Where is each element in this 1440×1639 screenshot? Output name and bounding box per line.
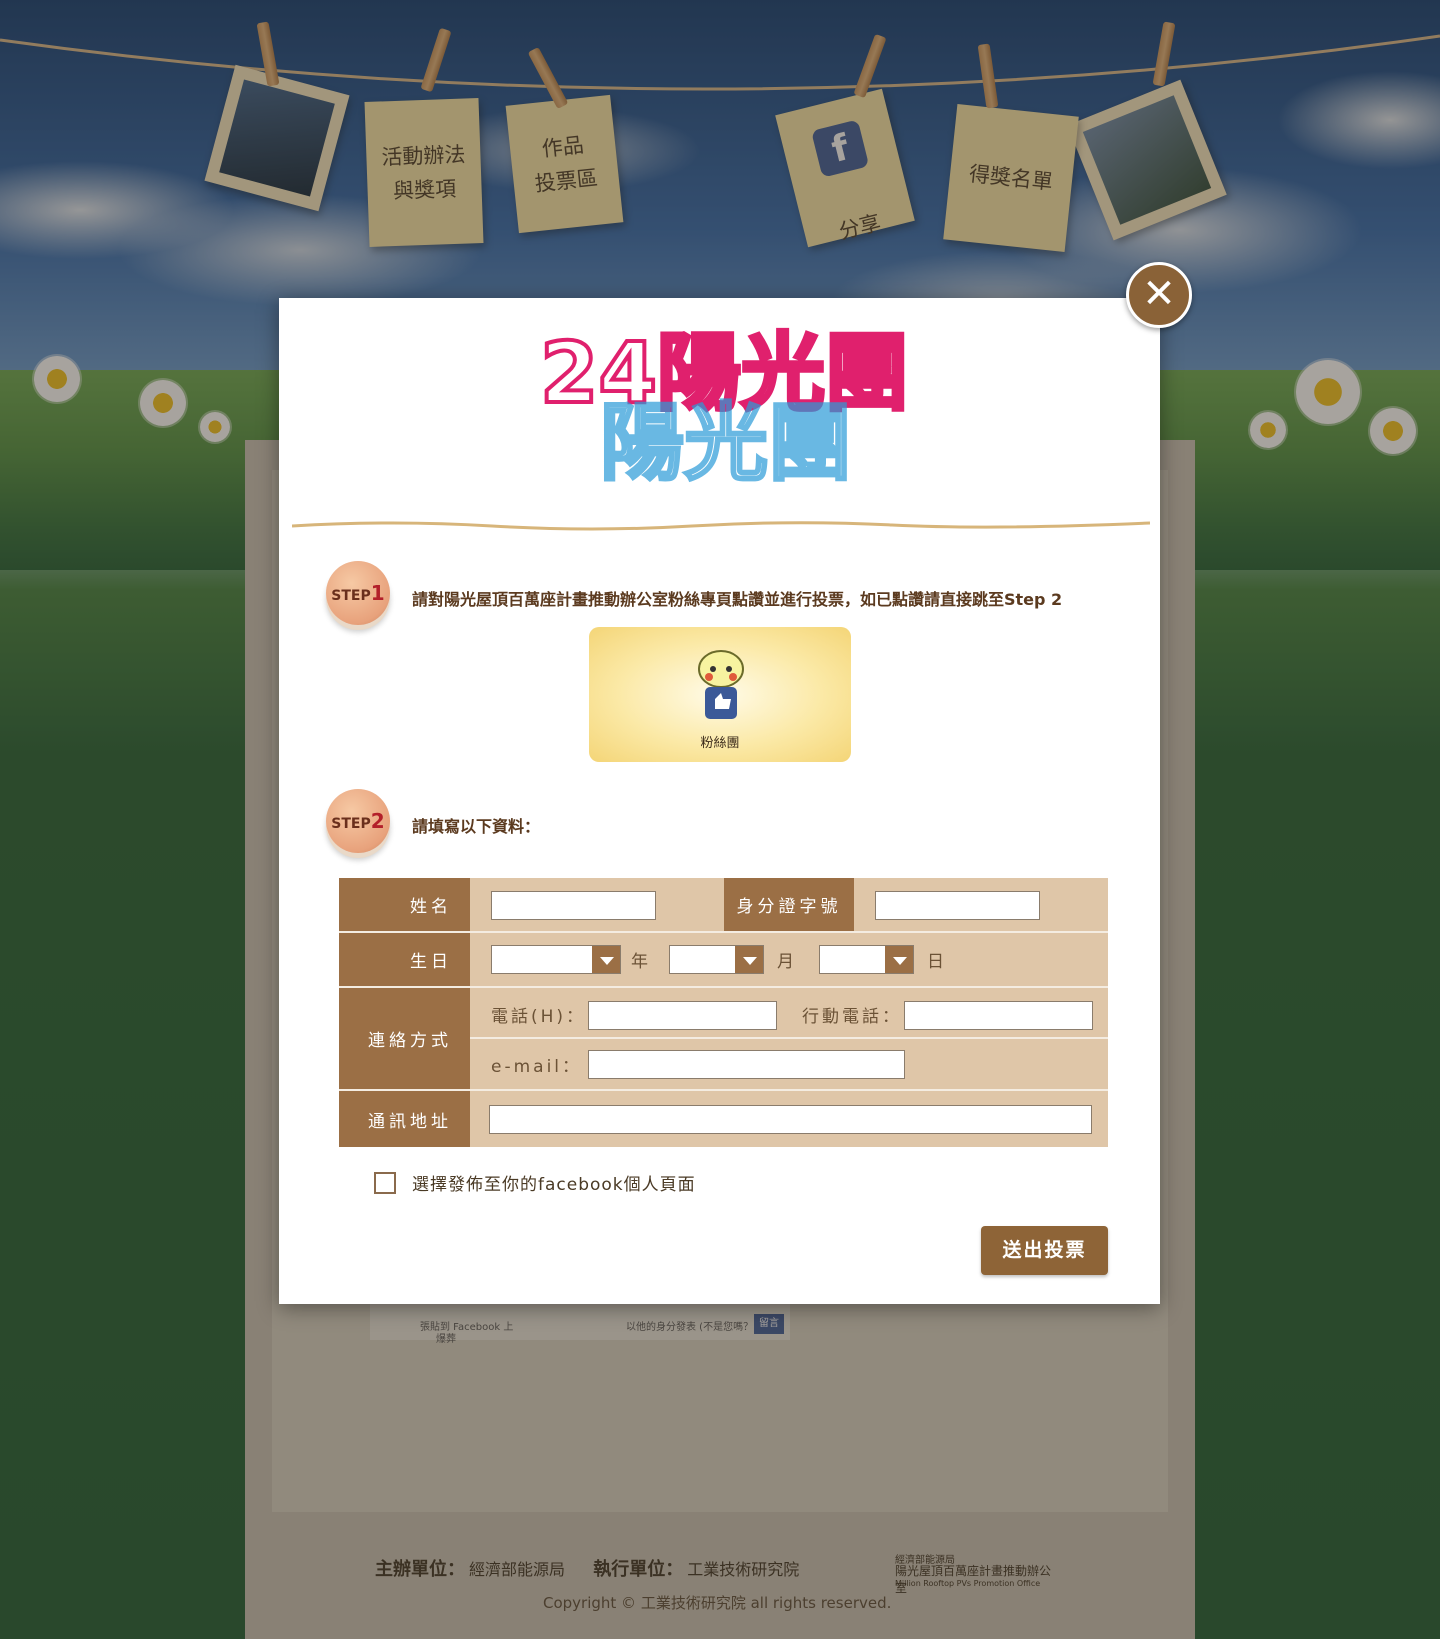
form-row-contact: 連絡方式 電話(H)： 行動電話： e-mail：: [339, 988, 1108, 1091]
form-row-address: 通訊地址: [339, 1091, 1108, 1147]
contact-row-divider: [470, 1037, 1108, 1039]
birth-month-select[interactable]: [669, 945, 764, 974]
name-input[interactable]: [491, 891, 656, 920]
mascot-like-icon: [698, 650, 744, 719]
fanpage-label: 粉絲團: [700, 736, 740, 751]
post-to-facebook-checkbox[interactable]: [374, 1172, 396, 1194]
form-row-name: 姓名 身分證字號: [339, 878, 1108, 933]
submit-vote-button[interactable]: 送出投票: [981, 1226, 1108, 1275]
id-label: 身分證字號: [724, 878, 854, 931]
year-unit: 年: [631, 952, 651, 972]
chevron-down-icon: [592, 946, 620, 973]
id-input[interactable]: [875, 891, 1040, 920]
birth-day-select[interactable]: [819, 945, 914, 974]
email-input[interactable]: [588, 1050, 905, 1079]
mobile-label: 行動電話：: [802, 1007, 902, 1027]
contact-label: 連絡方式: [339, 988, 470, 1089]
step-1-text: 請對陽光屋頂百萬座計畫推動辦公室粉絲專頁點讚並進行投票，如已點讚請直接跳至Ste…: [412, 590, 1063, 609]
day-unit: 日: [927, 952, 947, 972]
chevron-down-icon: [735, 946, 763, 973]
phone-home-input[interactable]: [588, 1001, 777, 1030]
email-label: e-mail：: [491, 1057, 583, 1077]
facebook-fanpage-banner[interactable]: 粉絲團: [589, 627, 851, 762]
step-2-badge: STEP2: [326, 789, 390, 853]
step-2-text: 請填寫以下資料：: [412, 817, 541, 836]
form-row-birthday: 生日 年 月 日: [339, 933, 1108, 988]
post-to-facebook-label[interactable]: 選擇發佈至你的facebook個人頁面: [412, 1170, 696, 1195]
mobile-input[interactable]: [904, 1001, 1093, 1030]
address-input[interactable]: [489, 1105, 1092, 1134]
logo-24-sunshine-team: 24陽光團 陽光團: [540, 322, 911, 494]
phone-home-label: 電話(H)：: [491, 1007, 587, 1027]
wavy-divider: [292, 521, 1150, 531]
name-label: 姓名: [339, 878, 470, 931]
address-label: 通訊地址: [339, 1091, 470, 1147]
svg-text:陽光團: 陽光團: [600, 394, 852, 492]
vote-form: 姓名 身分證字號 生日 年 月 日 連絡方式 電話(H)： 行動電話： e-ma…: [339, 878, 1108, 1147]
close-icon[interactable]: ✕: [1126, 262, 1192, 328]
birth-year-select[interactable]: [491, 945, 621, 974]
chevron-down-icon: [885, 946, 913, 973]
step-1-badge: STEP1: [326, 561, 390, 625]
birthday-label: 生日: [339, 933, 470, 986]
month-unit: 月: [777, 952, 797, 972]
